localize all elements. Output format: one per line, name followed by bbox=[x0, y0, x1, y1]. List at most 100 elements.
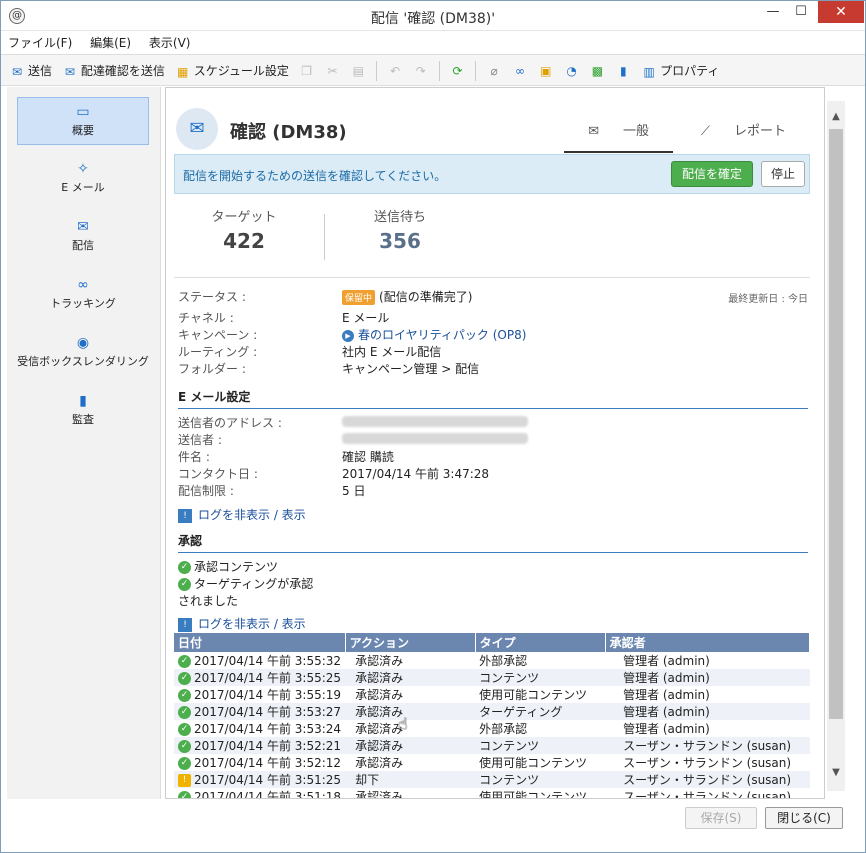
tab-general-label: 一般 bbox=[623, 124, 650, 139]
menu-edit[interactable]: 編集(E) bbox=[83, 31, 138, 54]
tab-report[interactable]: ⟋ レポート bbox=[677, 116, 810, 151]
send-proof-button[interactable]: ✉ 配達確認を送信 bbox=[62, 62, 165, 80]
email-icon: ✧ bbox=[77, 161, 89, 177]
properties-icon: ▥ bbox=[643, 64, 655, 79]
column-approver[interactable]: 承認者 bbox=[605, 633, 811, 652]
link-icon: ∞ bbox=[514, 64, 525, 78]
offers-button[interactable]: ▣ bbox=[538, 63, 554, 79]
scroll-down-icon[interactable]: ▼ bbox=[827, 767, 845, 778]
stop-button[interactable]: 停止 bbox=[761, 161, 805, 187]
nav-tracking[interactable]: ∞ トラッキング bbox=[17, 271, 149, 319]
date-text: 2017/04/14 午前 3:53:27 bbox=[194, 705, 342, 719]
table-row[interactable]: ✓ 2017/04/14 午前 3:51:18 承認済み 使用可能コンテンツ スーザン・… bbox=[174, 788, 810, 799]
approval-log-toggle[interactable]: ! ログを非表示 / 表示 bbox=[178, 615, 306, 632]
warning-icon: ! bbox=[178, 774, 191, 787]
email-log-link[interactable]: ログを非表示 / 表示 bbox=[198, 508, 306, 522]
properties-button[interactable]: ▥ プロパティ bbox=[641, 62, 719, 80]
limit-label: 配信制限 : bbox=[178, 484, 234, 498]
minimize-button[interactable]: — bbox=[759, 1, 787, 23]
action-cell: 却下 bbox=[345, 771, 476, 788]
table-row[interactable]: ! 2017/04/14 午前 3:51:25 却下 コンテンツ スーザン・サランドン … bbox=[174, 771, 810, 788]
table-row[interactable]: ✓ 2017/04/14 午前 3:53:24 承認済み 外部承認 管理者 (admin… bbox=[174, 720, 810, 737]
redacted-value bbox=[342, 416, 528, 427]
channel-label: チャネル : bbox=[178, 311, 234, 325]
menu-file[interactable]: ファイル(F) bbox=[1, 31, 79, 54]
date-text: 2017/04/14 午前 3:51:25 bbox=[194, 773, 342, 787]
nav-email[interactable]: ✧ E メール bbox=[17, 155, 149, 203]
check-icon: ✓ bbox=[178, 561, 191, 574]
close-button[interactable]: 閉じる(C) bbox=[765, 807, 843, 829]
gauge-icon: ◔ bbox=[566, 64, 577, 78]
folder-row: フォルダー : キャンペーン管理 > 配信 bbox=[178, 360, 808, 377]
approval-log-body: ✓ 2017/04/14 午前 3:55:32 承認済み 外部承認 管理者 (admin… bbox=[174, 652, 810, 799]
inbox-rendering-icon: ◉ bbox=[76, 335, 90, 351]
table-row[interactable]: ✓ 2017/04/14 午前 3:52:21 承認済み コンテンツ スーザン・サランド… bbox=[174, 737, 810, 754]
date-cell: ✓ 2017/04/14 午前 3:55:32 bbox=[174, 652, 345, 669]
table-row[interactable]: ✓ 2017/04/14 午前 3:55:32 承認済み 外部承認 管理者 (admin… bbox=[174, 652, 810, 669]
toolbar-separator bbox=[376, 61, 378, 81]
nav-overview[interactable]: ▭ 概要 bbox=[17, 97, 149, 145]
column-type[interactable]: タイプ bbox=[475, 633, 606, 652]
column-action[interactable]: アクション bbox=[345, 633, 476, 652]
nav-delivery-label: 配信 bbox=[72, 239, 94, 252]
campaign-value[interactable]: ▶ 春のロイヤリティパック (OP8) bbox=[342, 326, 526, 343]
limit-value: 5 日 bbox=[342, 484, 366, 498]
copy-button[interactable]: ❐ bbox=[299, 63, 315, 79]
table-row[interactable]: ✓ 2017/04/14 午前 3:53:27 承認済み ターゲティング 管理者 (ad… bbox=[174, 703, 810, 720]
undo-button[interactable]: ↶ bbox=[387, 63, 403, 79]
redo-button[interactable]: ↷ bbox=[413, 63, 429, 79]
calculator-button[interactable]: ▩ bbox=[589, 63, 605, 79]
calculator-icon: ▩ bbox=[591, 64, 604, 78]
column-date[interactable]: 日付 bbox=[174, 633, 346, 652]
scroll-up-icon[interactable]: ▲ bbox=[827, 111, 845, 122]
save-button[interactable]: 保存(S) bbox=[685, 807, 757, 829]
email-log-toggle[interactable]: ! ログを非表示 / 表示 bbox=[178, 506, 306, 523]
nav-delivery[interactable]: ✉ 配信 bbox=[17, 213, 149, 261]
cut-button[interactable]: ✂ bbox=[325, 63, 341, 79]
paste-button[interactable]: ▤ bbox=[350, 63, 366, 79]
spam-check-button[interactable]: ◔ bbox=[564, 63, 580, 79]
proof-envelope-icon: ✉ bbox=[64, 64, 75, 79]
contact-date-row: コンタクト日 : 2017/04/14 午前 3:47:28 bbox=[178, 465, 808, 482]
nav-overview-label: 概要 bbox=[72, 124, 94, 137]
toolbar-separator bbox=[475, 61, 477, 81]
approver-cell: スーザン・サランドン (susan) bbox=[623, 756, 792, 770]
channel-row: チャネル : E メール bbox=[178, 309, 808, 326]
vertical-scrollbar[interactable]: ▲ ▼ bbox=[827, 101, 845, 791]
confirm-delivery-button[interactable]: 配信を確定 bbox=[671, 161, 753, 187]
table-row[interactable]: ✓ 2017/04/14 午前 3:52:12 承認済み 使用可能コンテンツ スーザン・… bbox=[174, 754, 810, 771]
action-cell: 承認済み bbox=[345, 737, 476, 754]
log-icon: ! bbox=[178, 617, 192, 632]
action-cell: 承認済み bbox=[355, 790, 404, 799]
audit-button[interactable]: ▮ bbox=[615, 63, 631, 79]
table-row[interactable]: ✓ 2017/04/14 午前 3:55:19 承認済み 使用可能コンテンツ 管理者 (… bbox=[174, 686, 810, 703]
attachment-button[interactable]: ⌀ bbox=[486, 63, 502, 79]
scissors-icon: ✂ bbox=[327, 64, 338, 78]
date-cell: ✓ 2017/04/14 午前 3:51:18 bbox=[174, 788, 345, 798]
nav-audit[interactable]: ▮ 監査 bbox=[17, 387, 149, 435]
undo-icon: ↶ bbox=[389, 64, 401, 78]
approval-item-label: ターゲティングが承認 bbox=[194, 577, 314, 591]
type-cell: 使用可能コンテンツ bbox=[479, 756, 588, 770]
refresh-button[interactable]: ⟳ bbox=[449, 63, 465, 79]
send-button[interactable]: ✉ 送信 bbox=[9, 62, 52, 80]
tracking-icon: ∞ bbox=[77, 277, 89, 293]
view-tabs: ✉ 一般 ⟋ レポート bbox=[564, 116, 810, 153]
approver-cell: 管理者 (admin) bbox=[623, 688, 710, 702]
scrollbar-thumb[interactable] bbox=[829, 129, 843, 719]
tab-general[interactable]: ✉ 一般 bbox=[564, 116, 674, 153]
contact-date-value: 2017/04/14 午前 3:47:28 bbox=[342, 467, 490, 481]
close-window-button[interactable]: ✕ bbox=[818, 1, 864, 23]
campaign-row: キャンペーン : ▶ 春のロイヤリティパック (OP8) bbox=[178, 326, 808, 343]
campaign-link[interactable]: 春のロイヤリティパック (OP8) bbox=[358, 328, 526, 342]
nav-inbox-rendering[interactable]: ◉ 受信ボックスレンダリング bbox=[17, 329, 149, 377]
menu-view[interactable]: 表示(V) bbox=[142, 31, 198, 54]
schedule-button[interactable]: ▦ スケジュール設定 bbox=[175, 62, 289, 80]
table-row[interactable]: ✓ 2017/04/14 午前 3:55:25 承認済み コンテンツ 管理者 (admi… bbox=[174, 669, 810, 686]
left-navigation: ▭ 概要 ✧ E メール ✉ 配信 ∞ トラッキング ◉ 受信ボックスレンダリング ▮ 監査 bbox=[7, 87, 161, 799]
type-cell: ターゲティング bbox=[475, 703, 606, 720]
approval-log-link[interactable]: ログを非表示 / 表示 bbox=[198, 617, 306, 631]
maximize-button[interactable]: ☐ bbox=[787, 1, 815, 23]
approver-cell: 管理者 (admin) bbox=[605, 669, 810, 686]
links-button[interactable]: ∞ bbox=[512, 63, 528, 79]
